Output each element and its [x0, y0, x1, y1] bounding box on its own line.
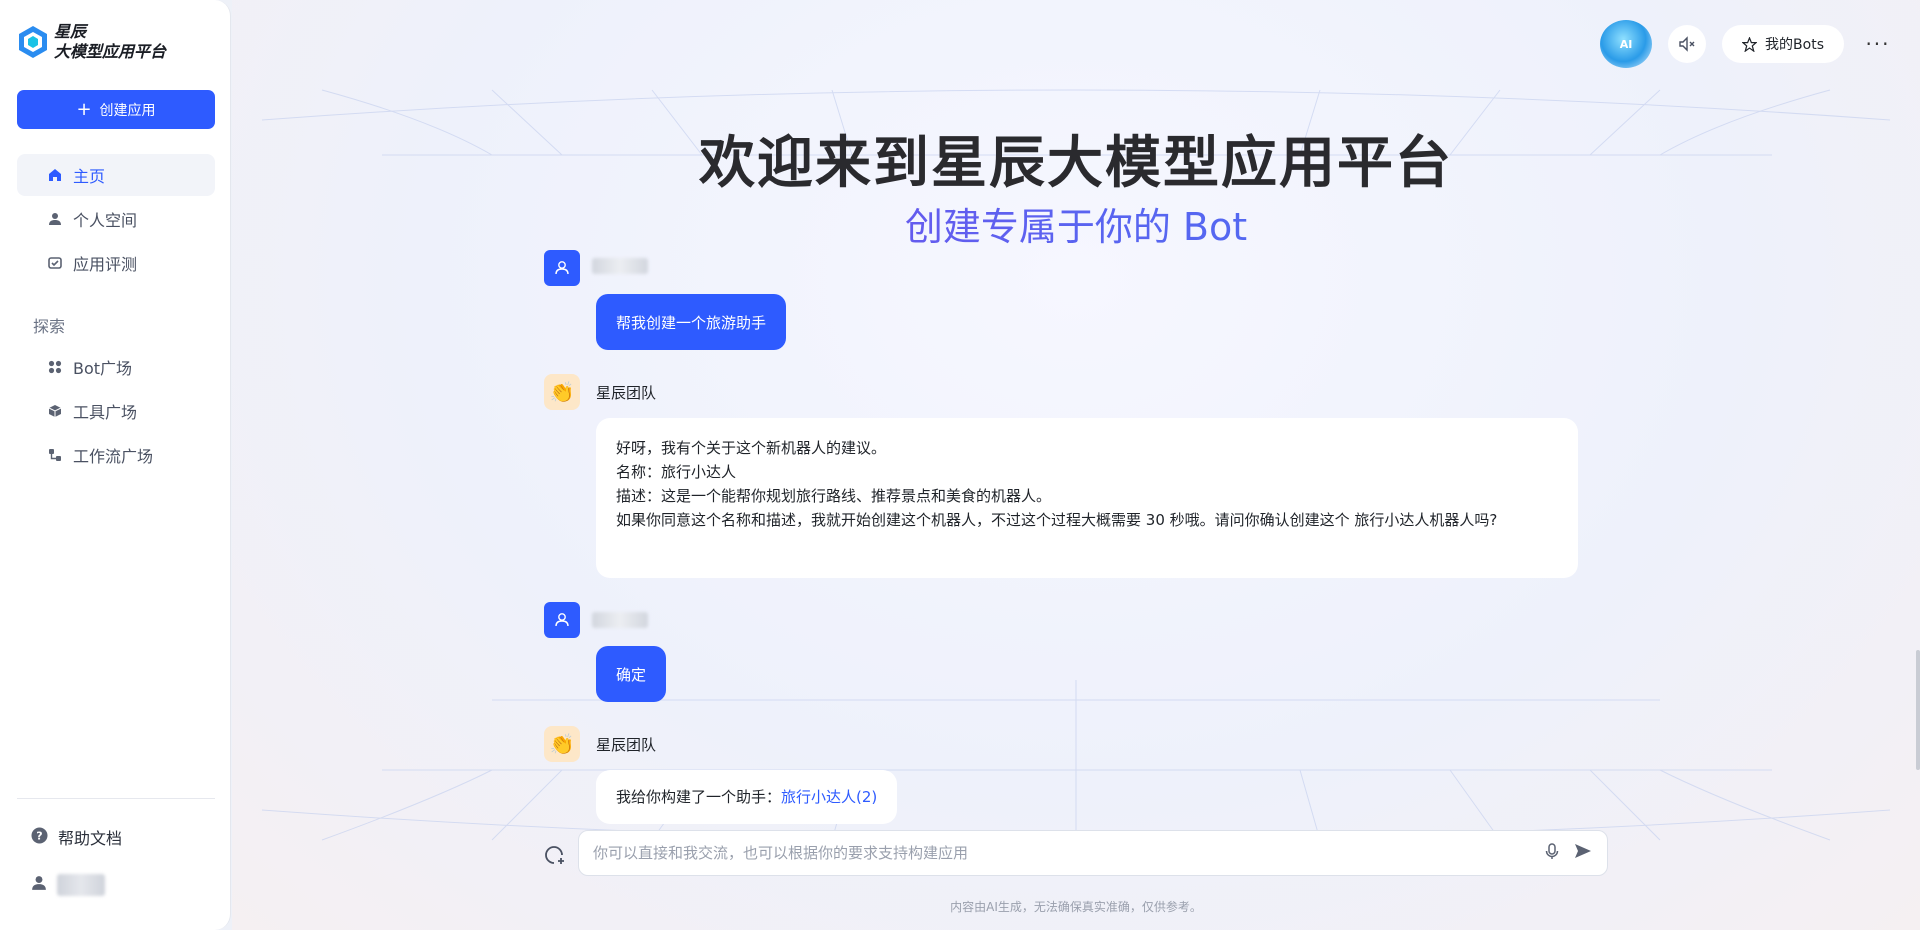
nav-item-label: Bot广场 — [73, 359, 133, 378]
bot-name: 星辰团队 — [596, 384, 657, 402]
message-line: 描述：这是一个能帮你规划旅行路线、推荐景点和美食的机器人。 — [616, 487, 1052, 505]
bot-name: 星辰团队 — [596, 736, 657, 754]
nav-item-bot-plaza[interactable]: Bot广场 — [17, 346, 215, 388]
chat-input[interactable] — [593, 844, 1543, 862]
blurred-user-name — [592, 258, 648, 274]
send-icon[interactable] — [1573, 841, 1593, 865]
mute-button[interactable] — [1668, 25, 1707, 63]
platform-logo[interactable]: 星辰 大模型应用平台 — [18, 22, 166, 62]
message-text: 确定 — [616, 665, 647, 684]
nav-item-home[interactable]: 主页 — [17, 154, 215, 196]
blurred-user-name — [592, 612, 648, 628]
user-icon — [31, 875, 47, 895]
hero-subtitle: 创建专属于你的 Bot — [232, 196, 1920, 251]
grid-icon — [47, 359, 63, 375]
message-line: 如果你同意这个名称和描述，我就开始创建这个机器人，不过这个过程大概需要 30 秒… — [616, 511, 1498, 529]
cube-icon — [47, 403, 63, 419]
nav-item-tool-plaza[interactable]: 工具广场 — [17, 390, 215, 432]
top-toolbar: AI 我的Bots ··· — [1600, 20, 1896, 68]
workflow-icon — [47, 447, 63, 463]
more-options-icon[interactable]: ··· — [1860, 26, 1896, 62]
nav-item-label: 工具广场 — [73, 403, 138, 422]
create-app-label: 创建应用 — [99, 102, 156, 119]
create-app-button[interactable]: + 创建应用 — [17, 90, 215, 129]
user-message: 确定 — [596, 646, 667, 702]
message-line: 好呀，我有个关于这个新机器人的建议。 — [616, 439, 887, 457]
ai-badge-label: AI — [1619, 37, 1633, 51]
bot-avatar: 👏 — [544, 374, 580, 410]
svg-text:?: ? — [36, 829, 42, 842]
help-docs-label: 帮助文档 — [58, 829, 123, 848]
bot-message: 好呀，我有个关于这个新机器人的建议。 名称：旅行小达人 描述：这是一个能帮你规划… — [596, 418, 1578, 578]
ai-disclaimer: 内容由AI生成，无法确保真实准确，仅供参考。 — [950, 900, 1202, 914]
message-text: 我给你构建了一个助手： — [616, 788, 782, 806]
hero-title: 欢迎来到星辰大模型应用平台 — [699, 131, 1453, 196]
plus-icon: + — [76, 98, 92, 120]
clapping-hands-icon: 👏 — [549, 732, 575, 756]
chat-composer — [578, 830, 1608, 876]
clapping-hands-icon: 👏 — [549, 380, 575, 404]
user-message: 帮我创建一个旅游助手 — [596, 294, 787, 350]
main-area: AI 我的Bots ··· 欢迎来到星辰大模型应用平台 创建专属于你的 Bot … — [232, 0, 1920, 930]
scrollbar[interactable] — [1916, 650, 1920, 770]
explore-section-label: 探索 — [33, 317, 66, 336]
my-bots-button[interactable]: 我的Bots — [1722, 25, 1844, 63]
home-icon — [47, 167, 63, 183]
microphone-icon[interactable] — [1543, 842, 1561, 864]
sidebar: 星辰 大模型应用平台 + 创建应用 主页 个人空间 应用评测 探索 Bot广场 — [0, 0, 231, 930]
new-chat-icon[interactable] — [542, 843, 566, 867]
nav-item-label: 应用评测 — [73, 255, 138, 274]
nav-item-label: 主页 — [73, 167, 106, 186]
user-avatar-icon — [555, 261, 569, 275]
ai-assistant-badge[interactable]: AI — [1600, 20, 1653, 68]
message-text: 帮我创建一个旅游助手 — [616, 313, 767, 332]
sidebar-divider — [17, 798, 215, 799]
nav-item-personal-space[interactable]: 个人空间 — [17, 198, 215, 240]
star-icon — [1742, 36, 1758, 52]
user-avatar-icon — [555, 613, 569, 627]
bot-message: 我给你构建了一个助手：旅行小达人(2) — [596, 770, 898, 824]
message-line: 名称：旅行小达人 — [616, 463, 737, 481]
user-avatar — [544, 250, 580, 286]
evaluation-icon — [47, 255, 63, 271]
nav-item-label: 个人空间 — [73, 211, 138, 230]
bot-link[interactable]: 旅行小达人(2) — [781, 788, 877, 806]
nav-item-label: 工作流广场 — [73, 447, 154, 466]
logo-icon — [19, 26, 47, 58]
nav-item-app-evaluation[interactable]: 应用评测 — [17, 242, 215, 284]
logo-line-2: 大模型应用平台 — [54, 42, 167, 61]
blurred-username — [57, 874, 105, 896]
person-icon — [47, 211, 63, 227]
help-docs-link[interactable]: ? 帮助文档 — [31, 825, 122, 849]
logo-line-1: 星辰 — [54, 22, 87, 41]
help-icon: ? — [31, 827, 48, 848]
nav-item-workflow-plaza[interactable]: 工作流广场 — [17, 434, 215, 476]
my-bots-label: 我的Bots — [1765, 37, 1824, 53]
user-profile[interactable] — [31, 874, 105, 896]
user-avatar — [544, 602, 580, 638]
bot-avatar: 👏 — [544, 726, 580, 762]
speaker-muted-icon — [1679, 36, 1695, 52]
